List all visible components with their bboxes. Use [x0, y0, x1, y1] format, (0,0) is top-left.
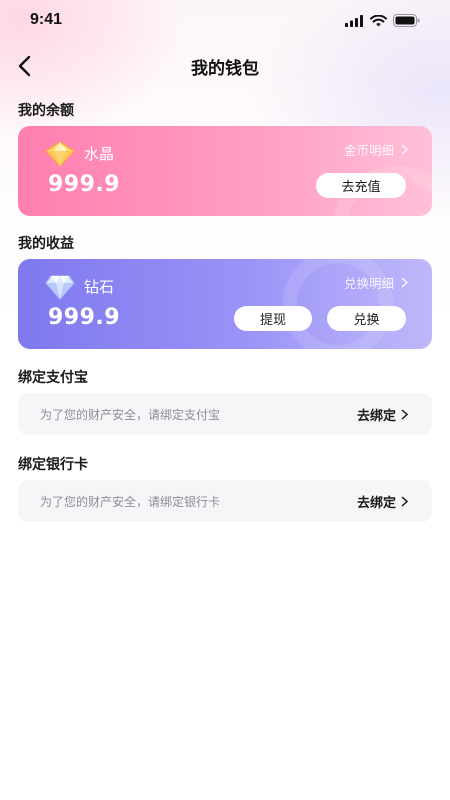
earnings-amount: 999.9 [48, 305, 121, 330]
bank-hint: 为了您的财产安全，请绑定银行卡 [40, 495, 221, 509]
balance-card: 水晶 999.9 金币明细 去充值 [18, 126, 432, 216]
crystal-gem-icon [45, 141, 75, 167]
bind-bank-label: 去绑定 [356, 496, 396, 511]
bind-alipay-row[interactable]: 为了您的财产安全，请绑定支付宝 去绑定 [18, 393, 432, 435]
coin-detail-label: 金币明细 [343, 143, 394, 158]
page-title: 我的钱包 [191, 59, 259, 79]
alipay-section-title: 绑定支付宝 [18, 370, 88, 386]
bind-bank-button[interactable]: 去绑定 [357, 492, 408, 511]
exchange-detail-link[interactable]: 兑换明细 [344, 273, 408, 292]
status-time: 9:41 [30, 11, 63, 28]
status-icons [345, 14, 420, 27]
chevron-right-icon [401, 277, 408, 288]
earnings-currency-name: 钻石 [84, 278, 115, 296]
balance-section-title: 我的余额 [18, 103, 74, 119]
coin-detail-link[interactable]: 金币明细 [344, 140, 408, 159]
battery-icon [393, 14, 420, 27]
nav-bar: 我的钱包 [0, 44, 450, 88]
bind-alipay-label: 去绑定 [356, 409, 396, 424]
bind-alipay-button[interactable]: 去绑定 [357, 405, 408, 424]
chevron-right-icon [401, 144, 408, 155]
bank-section-title: 绑定银行卡 [18, 457, 88, 473]
balance-currency-name: 水晶 [84, 145, 115, 163]
withdraw-button[interactable]: 提现 [234, 306, 312, 331]
chevron-right-icon [401, 496, 408, 507]
signal-icon [345, 14, 363, 27]
status-bar: 9:41 [0, 0, 450, 44]
chevron-right-icon [401, 409, 408, 420]
bind-bank-row[interactable]: 为了您的财产安全，请绑定银行卡 去绑定 [18, 480, 432, 522]
alipay-hint: 为了您的财产安全，请绑定支付宝 [40, 408, 221, 422]
wifi-icon [370, 14, 387, 26]
earnings-section-title: 我的收益 [18, 236, 74, 252]
exchange-detail-label: 兑换明细 [343, 276, 394, 291]
earnings-card: 钻石 999.9 兑换明细 提现 兑换 [18, 259, 432, 349]
diamond-icon [45, 275, 75, 300]
recharge-button[interactable]: 去充值 [316, 173, 406, 198]
balance-amount: 999.9 [48, 172, 121, 197]
exchange-button[interactable]: 兑换 [327, 306, 406, 331]
